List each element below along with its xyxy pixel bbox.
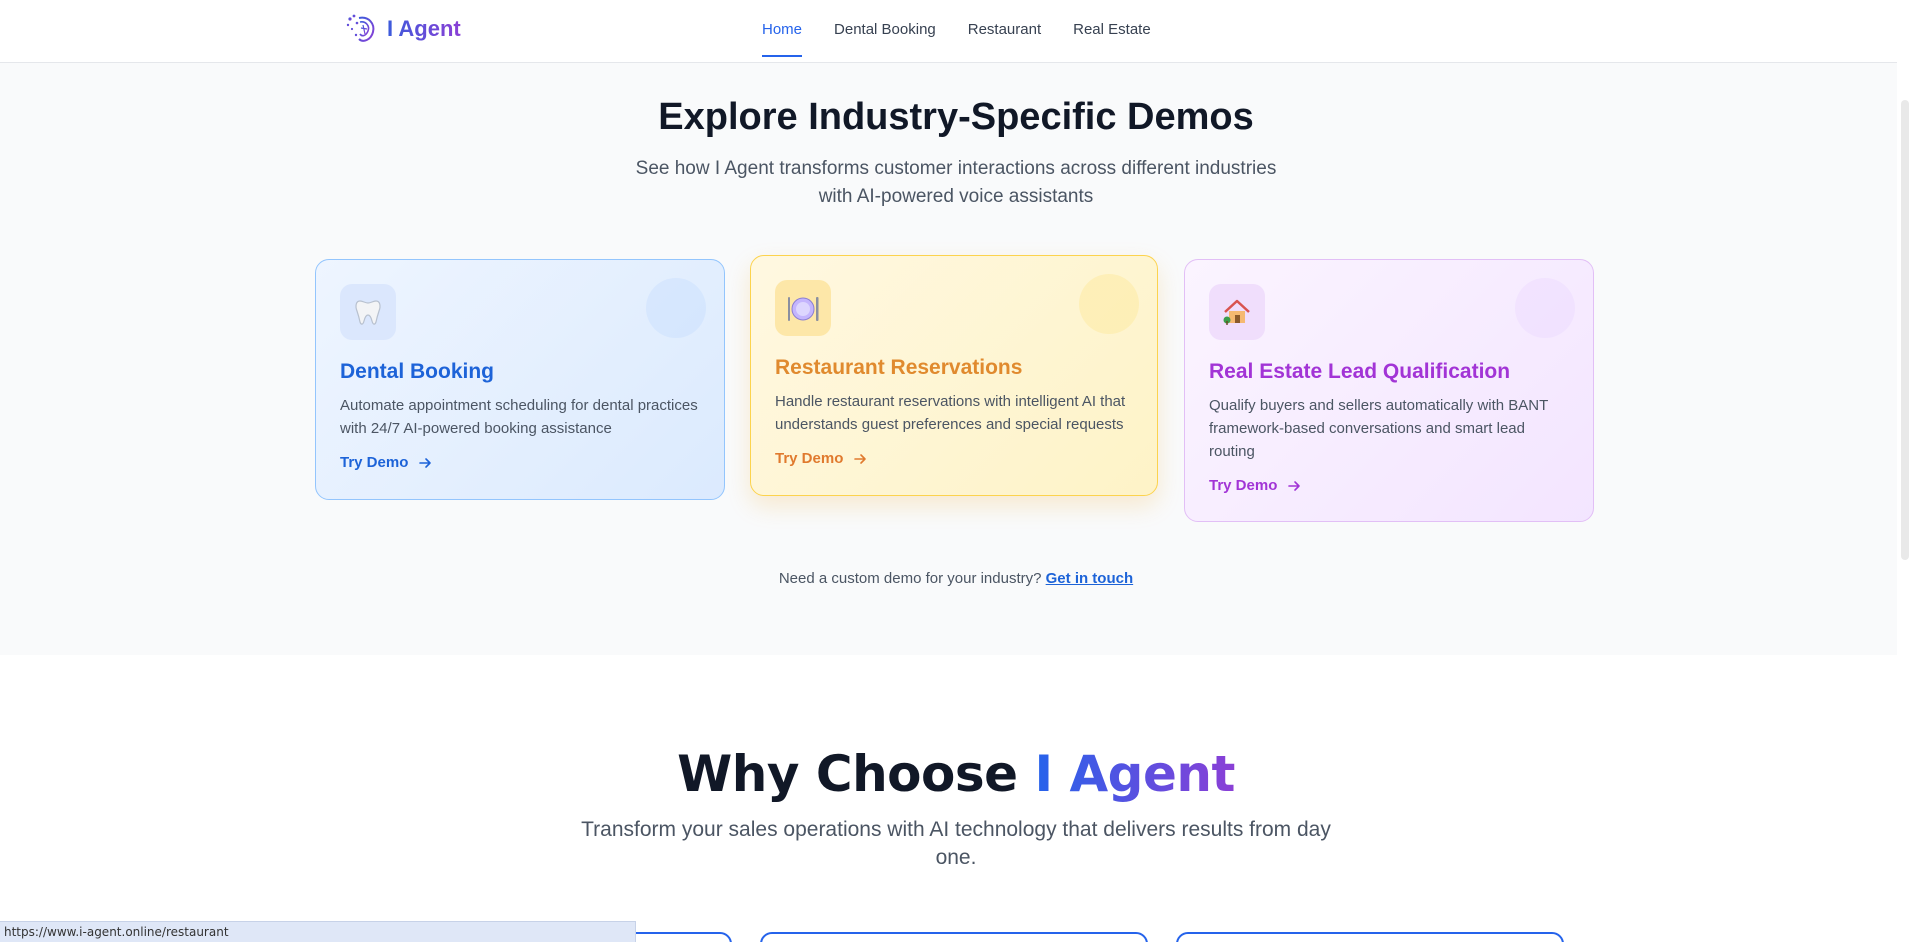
arrow-right-icon [854, 453, 867, 464]
why-choose-title: Why Choose I Agent [0, 745, 1912, 803]
scrollbar-thumb[interactable] [1901, 100, 1909, 560]
cta-label: Try Demo [775, 450, 844, 467]
card-decoration [1515, 278, 1575, 338]
why-choose-subtitle: Transform your sales operations with AI … [581, 818, 1331, 869]
arrow-right-icon [419, 457, 432, 468]
try-demo-real-estate-link[interactable]: Try Demo [1209, 477, 1569, 494]
nav-dental-booking[interactable]: Dental Booking [834, 0, 936, 63]
tooth-icon [340, 284, 396, 340]
cta-label: Try Demo [340, 454, 409, 471]
site-header: I Agent Home Dental Booking Restaurant R… [0, 0, 1912, 63]
page-scrollbar[interactable] [1897, 0, 1912, 942]
cta-label: Try Demo [1209, 477, 1278, 494]
browser-status-bar: https://www.i-agent.online/restaurant [0, 921, 636, 942]
demos-subtitle: See how I Agent transforms customer inte… [635, 158, 1277, 207]
nav-real-estate[interactable]: Real Estate [1073, 0, 1151, 63]
why-title-accent: I Agent [1034, 745, 1235, 803]
arrow-right-icon [1288, 480, 1301, 491]
card-decoration [1079, 274, 1139, 334]
why-title-prefix: Why Choose [677, 745, 1018, 803]
demos-title: Explore Industry-Specific Demos [658, 96, 1254, 138]
demo-card-real-estate[interactable]: Real Estate Lead Qualification Qualify b… [1184, 259, 1594, 522]
plate-icon [775, 280, 831, 336]
demos-section: Explore Industry-Specific Demos See how … [0, 63, 1912, 655]
try-demo-dental-link[interactable]: Try Demo [340, 454, 700, 471]
logo-icon [346, 14, 375, 42]
try-demo-restaurant-link[interactable]: Try Demo [775, 450, 1133, 467]
feature-card [760, 932, 1148, 942]
nav-restaurant[interactable]: Restaurant [968, 0, 1041, 63]
get-in-touch-link[interactable]: Get in touch [1046, 570, 1134, 587]
main-nav: Home Dental Booking Restaurant Real Esta… [762, 0, 1151, 63]
card-title: Real Estate Lead Qualification [1209, 360, 1511, 383]
card-title: Dental Booking [340, 360, 495, 383]
demo-card-restaurant[interactable]: Restaurant Reservations Handle restauran… [750, 255, 1158, 496]
card-title: Restaurant Reservations [775, 356, 1023, 379]
nav-home[interactable]: Home [762, 0, 803, 63]
logo-text: I Agent [387, 16, 461, 41]
card-description: Automate appointment scheduling for dent… [340, 397, 698, 437]
card-description: Qualify buyers and sellers automatically… [1209, 397, 1549, 460]
feature-card [1176, 932, 1564, 942]
card-description: Handle restaurant reservations with inte… [775, 393, 1126, 433]
logo-link[interactable]: I Agent [345, 12, 461, 46]
custom-demo-text: Need a custom demo for your industry? Ge… [0, 570, 1912, 587]
house-icon [1209, 284, 1265, 340]
custom-demo-prompt: Need a custom demo for your industry? [778, 570, 1042, 587]
card-decoration [646, 278, 706, 338]
demo-card-dental[interactable]: Dental Booking Automate appointment sche… [315, 259, 725, 500]
